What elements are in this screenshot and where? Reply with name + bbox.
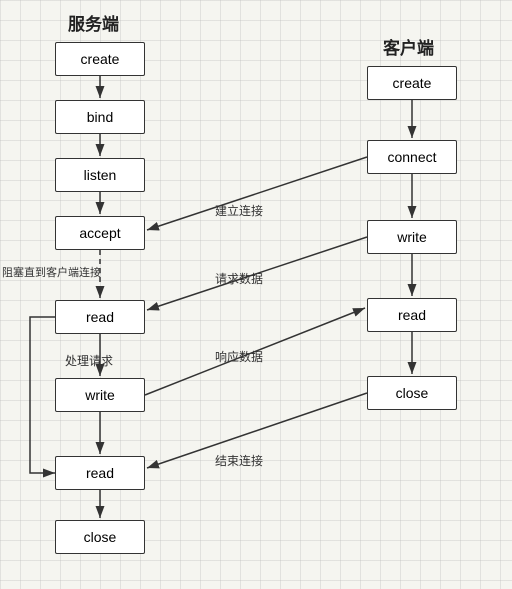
ann-block: 阻塞直到客户端连接 <box>2 264 101 280</box>
server-bind-box: bind <box>55 100 145 134</box>
server-title: 服务端 <box>68 10 119 35</box>
server-write-box: write <box>55 378 145 412</box>
client-create-box: create <box>367 66 457 100</box>
server-create-box: create <box>55 42 145 76</box>
server-read1-box: read <box>55 300 145 334</box>
server-read2-box: read <box>55 456 145 490</box>
ann-request: 请求数据 <box>215 270 263 287</box>
server-close-box: close <box>55 520 145 554</box>
ann-response: 响应数据 <box>215 348 263 365</box>
client-title: 客户端 <box>383 34 434 59</box>
ann-end: 结束连接 <box>215 452 263 469</box>
client-close-box: close <box>367 376 457 410</box>
server-listen-box: listen <box>55 158 145 192</box>
ann-handle: 处理请求 <box>65 352 113 369</box>
client-read-box: read <box>367 298 457 332</box>
client-connect-box: connect <box>367 140 457 174</box>
client-write-box: write <box>367 220 457 254</box>
server-accept-box: accept <box>55 216 145 250</box>
ann-establish: 建立连接 <box>215 202 263 219</box>
